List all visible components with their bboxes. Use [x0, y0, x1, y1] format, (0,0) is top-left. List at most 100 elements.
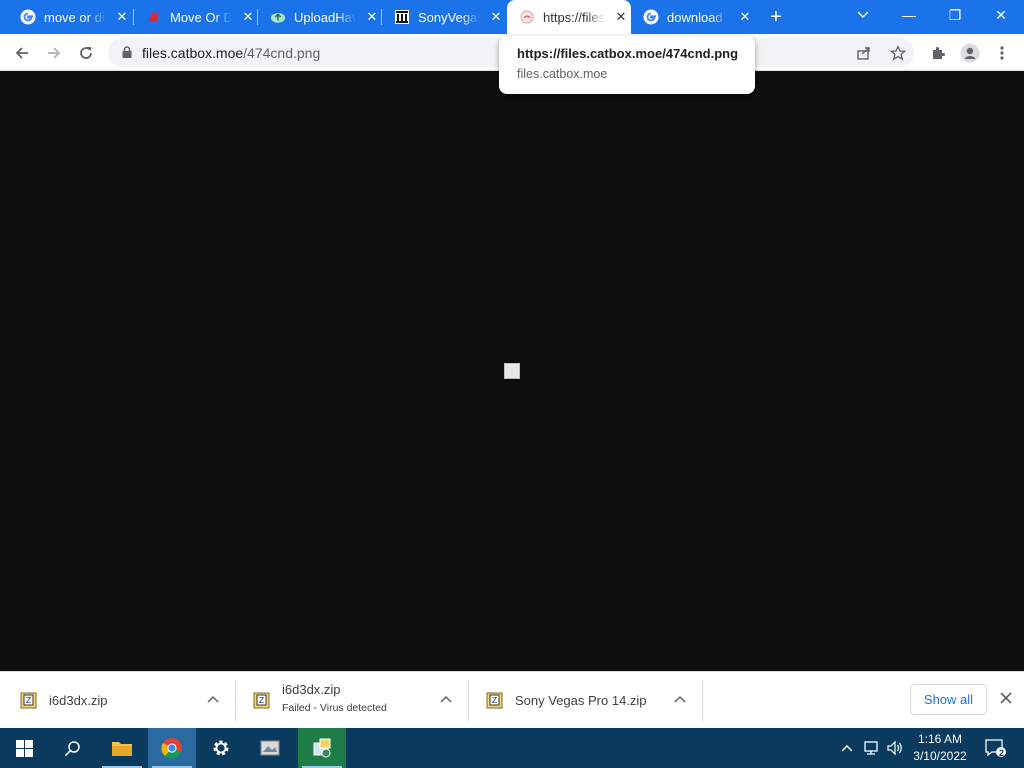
close-icon[interactable]: ✕	[488, 9, 504, 25]
clock-date: 3/10/2022	[913, 749, 967, 763]
google-icon	[643, 9, 659, 25]
action-center-button[interactable]: 2	[980, 728, 1010, 768]
tab-search-button[interactable]	[840, 0, 886, 30]
avatar-icon	[960, 43, 980, 63]
google-icon	[20, 9, 36, 25]
restore-button[interactable]: ❐	[932, 0, 978, 30]
tab-2[interactable]: Move Or Die ✕	[134, 0, 258, 34]
chevron-up-icon[interactable]	[439, 692, 453, 706]
chrome-icon	[161, 738, 182, 759]
extensions-button[interactable]	[925, 40, 951, 66]
bookmark-star-icon[interactable]	[888, 43, 908, 63]
tab-5-active[interactable]: https://files.catbox.moe ✕	[507, 0, 631, 34]
url-host: files.catbox.moe	[142, 45, 244, 61]
kebab-menu-icon	[1000, 46, 1004, 60]
network-icon	[864, 741, 878, 755]
uploadhaven-icon	[270, 9, 286, 25]
svg-text:Z: Z	[492, 696, 498, 705]
clock-time: 1:16 AM	[917, 732, 963, 746]
network-button[interactable]	[860, 728, 882, 768]
forward-button[interactable]	[41, 40, 67, 66]
close-shelf-button[interactable]	[996, 690, 1016, 710]
gear-icon	[213, 740, 229, 756]
close-window-icon: ✕	[995, 6, 1007, 23]
close-window-button[interactable]: ✕	[978, 0, 1024, 30]
close-icon[interactable]: ✕	[737, 9, 753, 25]
download-filename: i6d3dx.zip	[49, 693, 108, 708]
tab-title: Move Or Die	[170, 9, 232, 25]
broken-image-icon	[504, 363, 520, 379]
tab-3[interactable]: UploadHaven ✕	[258, 0, 382, 34]
arrow-left-icon	[15, 47, 28, 59]
search-button[interactable]	[48, 728, 96, 768]
windows-taskbar: 1:16 AM 3/10/2022 2	[0, 728, 1024, 768]
tab-strip: move or dir ✕ Move Or Die ✕ UploadHaven …	[0, 0, 1024, 34]
download-filename: Sony Vegas Pro 14.zip	[515, 693, 647, 708]
close-icon[interactable]: ✕	[364, 9, 380, 25]
close-icon[interactable]: ✕	[240, 9, 256, 25]
minimize-icon: —	[902, 7, 916, 23]
hover-card-url: https://files.catbox.moe/474cnd.png	[517, 46, 739, 61]
settings-button[interactable]	[197, 728, 245, 768]
menu-button[interactable]	[989, 40, 1015, 66]
chevron-up-icon[interactable]	[673, 692, 687, 706]
url-text: files.catbox.moe/474cnd.png	[142, 45, 320, 61]
page-content	[0, 71, 1024, 671]
chevron-up-icon[interactable]	[206, 692, 220, 706]
system-clock[interactable]: 1:16 AM 3/10/2022	[906, 731, 974, 765]
reload-button[interactable]	[73, 40, 99, 66]
chrome-button[interactable]	[148, 728, 196, 768]
tab-4[interactable]: SonyVegas ✕	[382, 0, 506, 34]
app-button[interactable]	[246, 728, 294, 768]
tab-title: https://files.catbox.moe	[543, 9, 605, 25]
download-filename: i6d3dx.zip	[282, 682, 341, 697]
zip-file-icon: Z	[486, 692, 503, 709]
installer-icon	[313, 738, 331, 758]
close-icon[interactable]: ✕	[114, 9, 130, 25]
download-shelf: Z i6d3dx.zip Z i6d3dx.zip Failed - Virus…	[0, 671, 1024, 728]
chevron-up-icon	[841, 745, 853, 752]
download-item[interactable]: Z i6d3dx.zip Failed - Virus detected	[236, 672, 469, 729]
download-item[interactable]: Z i6d3dx.zip	[0, 672, 236, 729]
url-path: /474cnd.png	[243, 45, 321, 61]
picture-app-icon	[260, 740, 280, 756]
tab-title: download	[667, 9, 723, 25]
notification-count: 2	[999, 748, 1005, 758]
share-icon[interactable]	[854, 43, 874, 63]
tab-title: UploadHaven	[294, 9, 356, 25]
new-tab-button[interactable]: +	[766, 7, 786, 27]
zip-file-icon: Z	[253, 692, 270, 709]
file-explorer-button[interactable]	[98, 728, 146, 768]
tab-1[interactable]: move or dir ✕	[0, 0, 134, 34]
show-hidden-icons-button[interactable]	[838, 728, 856, 768]
svg-text:Z: Z	[259, 696, 265, 705]
close-icon[interactable]: ✕	[613, 9, 629, 25]
puzzle-icon	[933, 47, 945, 59]
minimize-button[interactable]: —	[886, 0, 932, 30]
svg-text:Z: Z	[26, 696, 32, 705]
profile-button[interactable]	[957, 40, 983, 66]
reload-icon	[80, 47, 92, 59]
chevron-down-icon	[857, 11, 869, 18]
restore-icon: ❐	[948, 6, 962, 23]
volume-button[interactable]	[884, 728, 906, 768]
back-button[interactable]	[9, 40, 35, 66]
lock-icon[interactable]	[120, 45, 134, 59]
installer-app-button[interactable]	[298, 728, 346, 768]
folder-icon	[112, 742, 132, 756]
zip-file-icon: Z	[20, 692, 37, 709]
catbox-icon	[519, 9, 535, 25]
download-status: Failed - Virus detected	[282, 702, 387, 714]
tab-hover-card: https://files.catbox.moe/474cnd.png file…	[499, 36, 755, 94]
moveordie-icon	[146, 9, 162, 25]
speaker-icon	[887, 740, 902, 756]
show-all-button[interactable]: Show all	[910, 684, 987, 715]
download-item[interactable]: Z Sony Vegas Pro 14.zip	[469, 672, 703, 729]
arrow-right-icon	[48, 47, 61, 59]
start-button[interactable]	[0, 728, 48, 768]
tab-6[interactable]: download ✕	[631, 0, 755, 34]
divider	[702, 680, 703, 721]
close-icon	[1000, 692, 1012, 704]
tab-title: SonyVegas	[418, 9, 480, 25]
search-icon	[64, 740, 80, 756]
